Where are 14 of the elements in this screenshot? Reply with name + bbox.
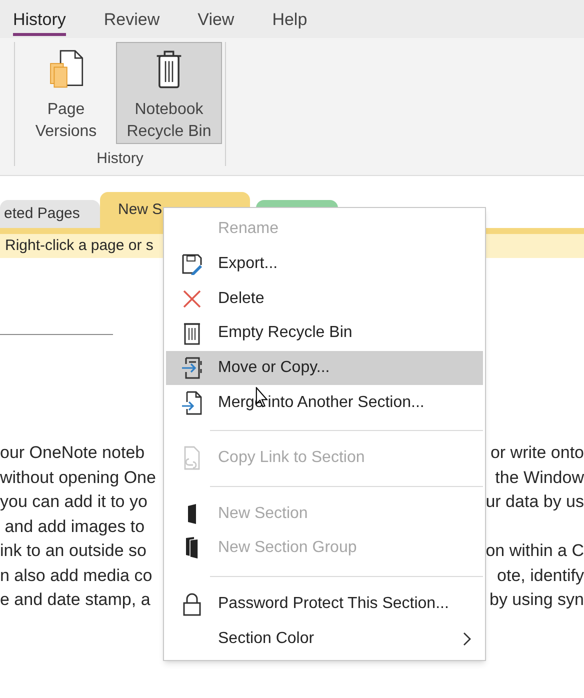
body-text: ink to an outside so [0,540,146,562]
body-text: you can add it to yo [0,491,148,513]
body-text: without opening One [0,466,156,488]
group-label: History [96,149,144,169]
body-text: n also add media co [0,564,152,586]
body-text: our OneNote noteb [0,442,145,464]
body-text: ote, identify [497,564,584,586]
body-text: the Window [495,466,584,488]
body-text: by using syn [490,589,584,611]
body-text: e and date stamp, a [0,589,150,611]
body-text: on within a C [486,540,584,562]
body-text: and add images to [4,516,145,538]
body-text: or write onto [490,442,584,464]
body-text: ur data by us [486,491,584,513]
